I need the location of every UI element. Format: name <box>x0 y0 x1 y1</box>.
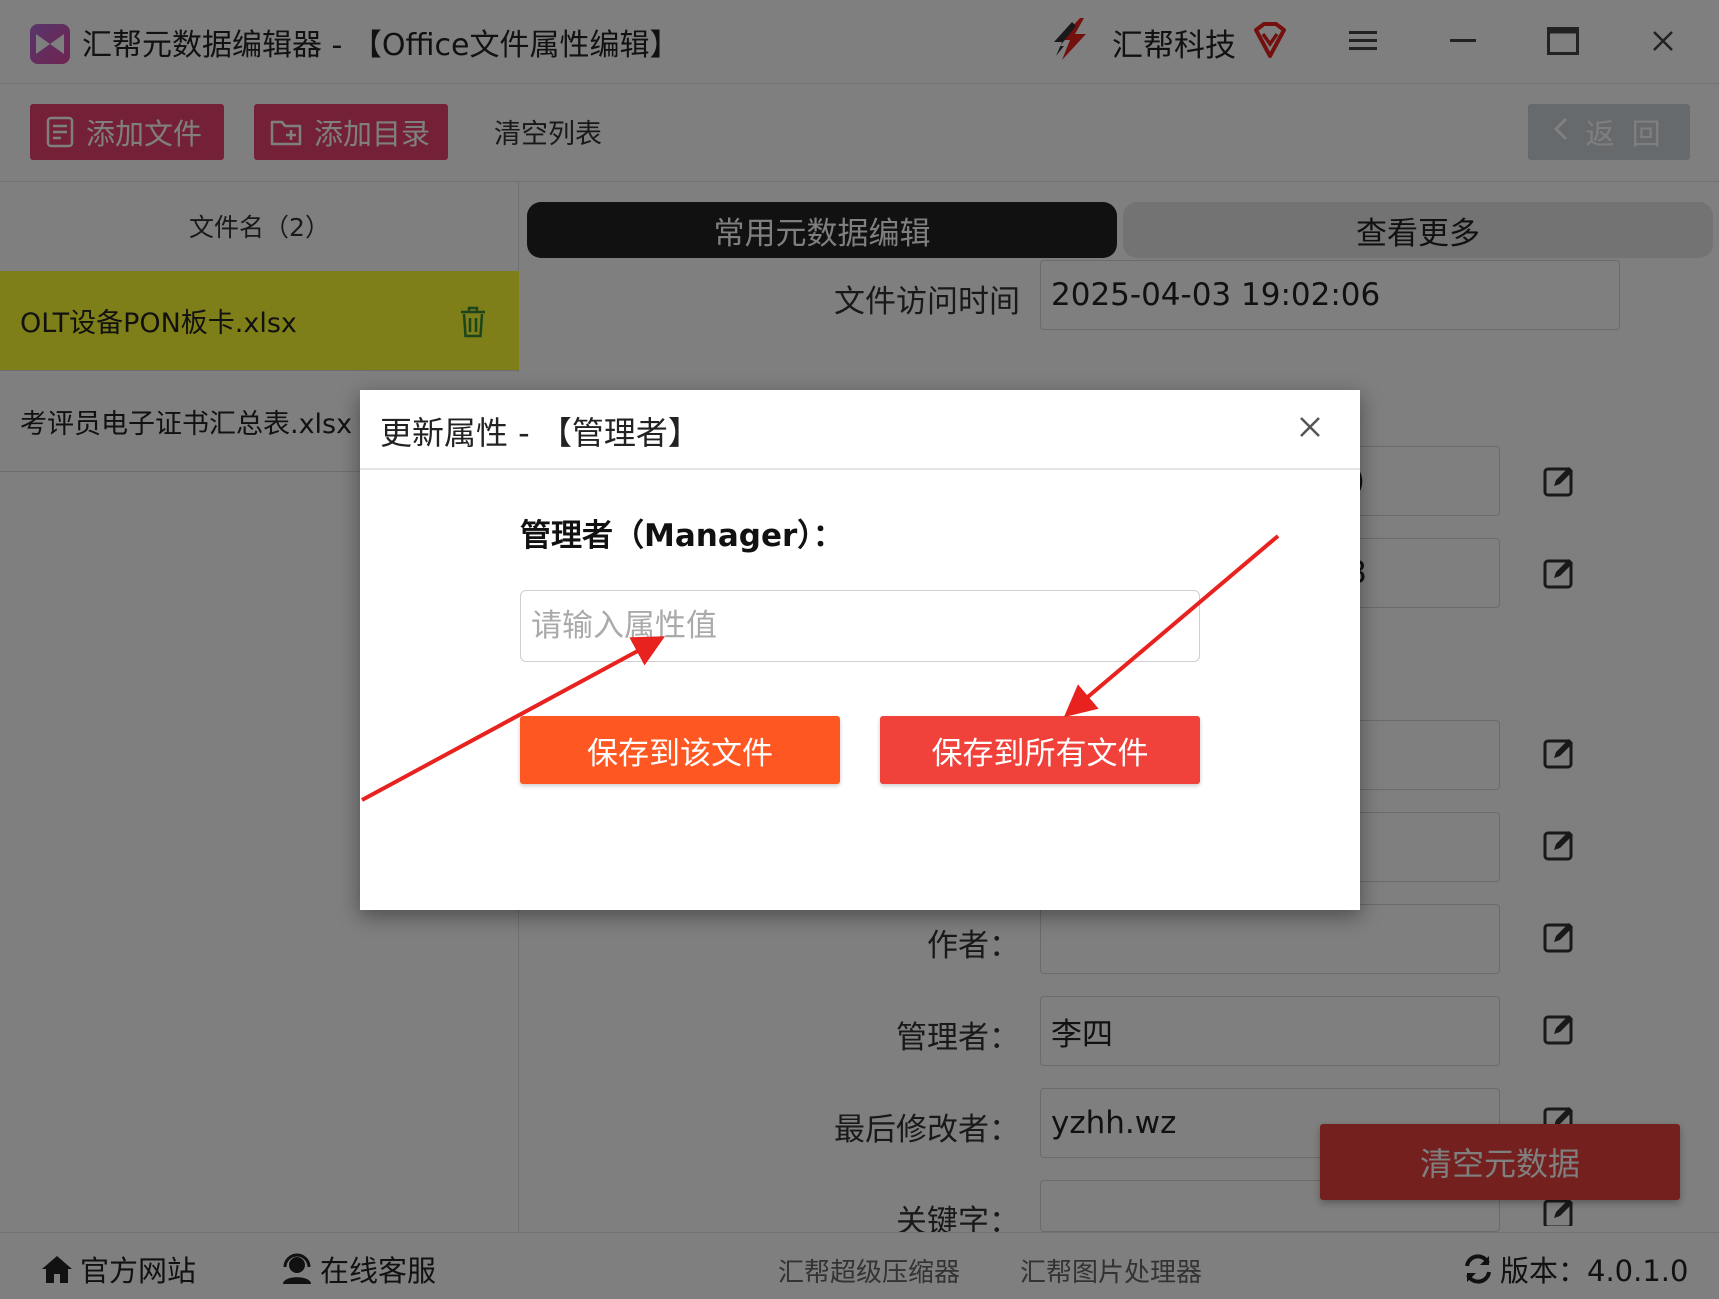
save-to-all-files-button[interactable]: 保存到所有文件 <box>880 716 1200 784</box>
dialog-close-icon[interactable] <box>1295 412 1325 442</box>
save-to-this-file-button[interactable]: 保存到该文件 <box>520 716 840 784</box>
manager-property-label: 管理者（Manager）： <box>520 518 844 554</box>
property-value-input[interactable] <box>520 590 1200 662</box>
dialog-title: 更新属性 - 【管理者】 <box>380 414 700 452</box>
dialog-divider <box>360 468 1360 470</box>
